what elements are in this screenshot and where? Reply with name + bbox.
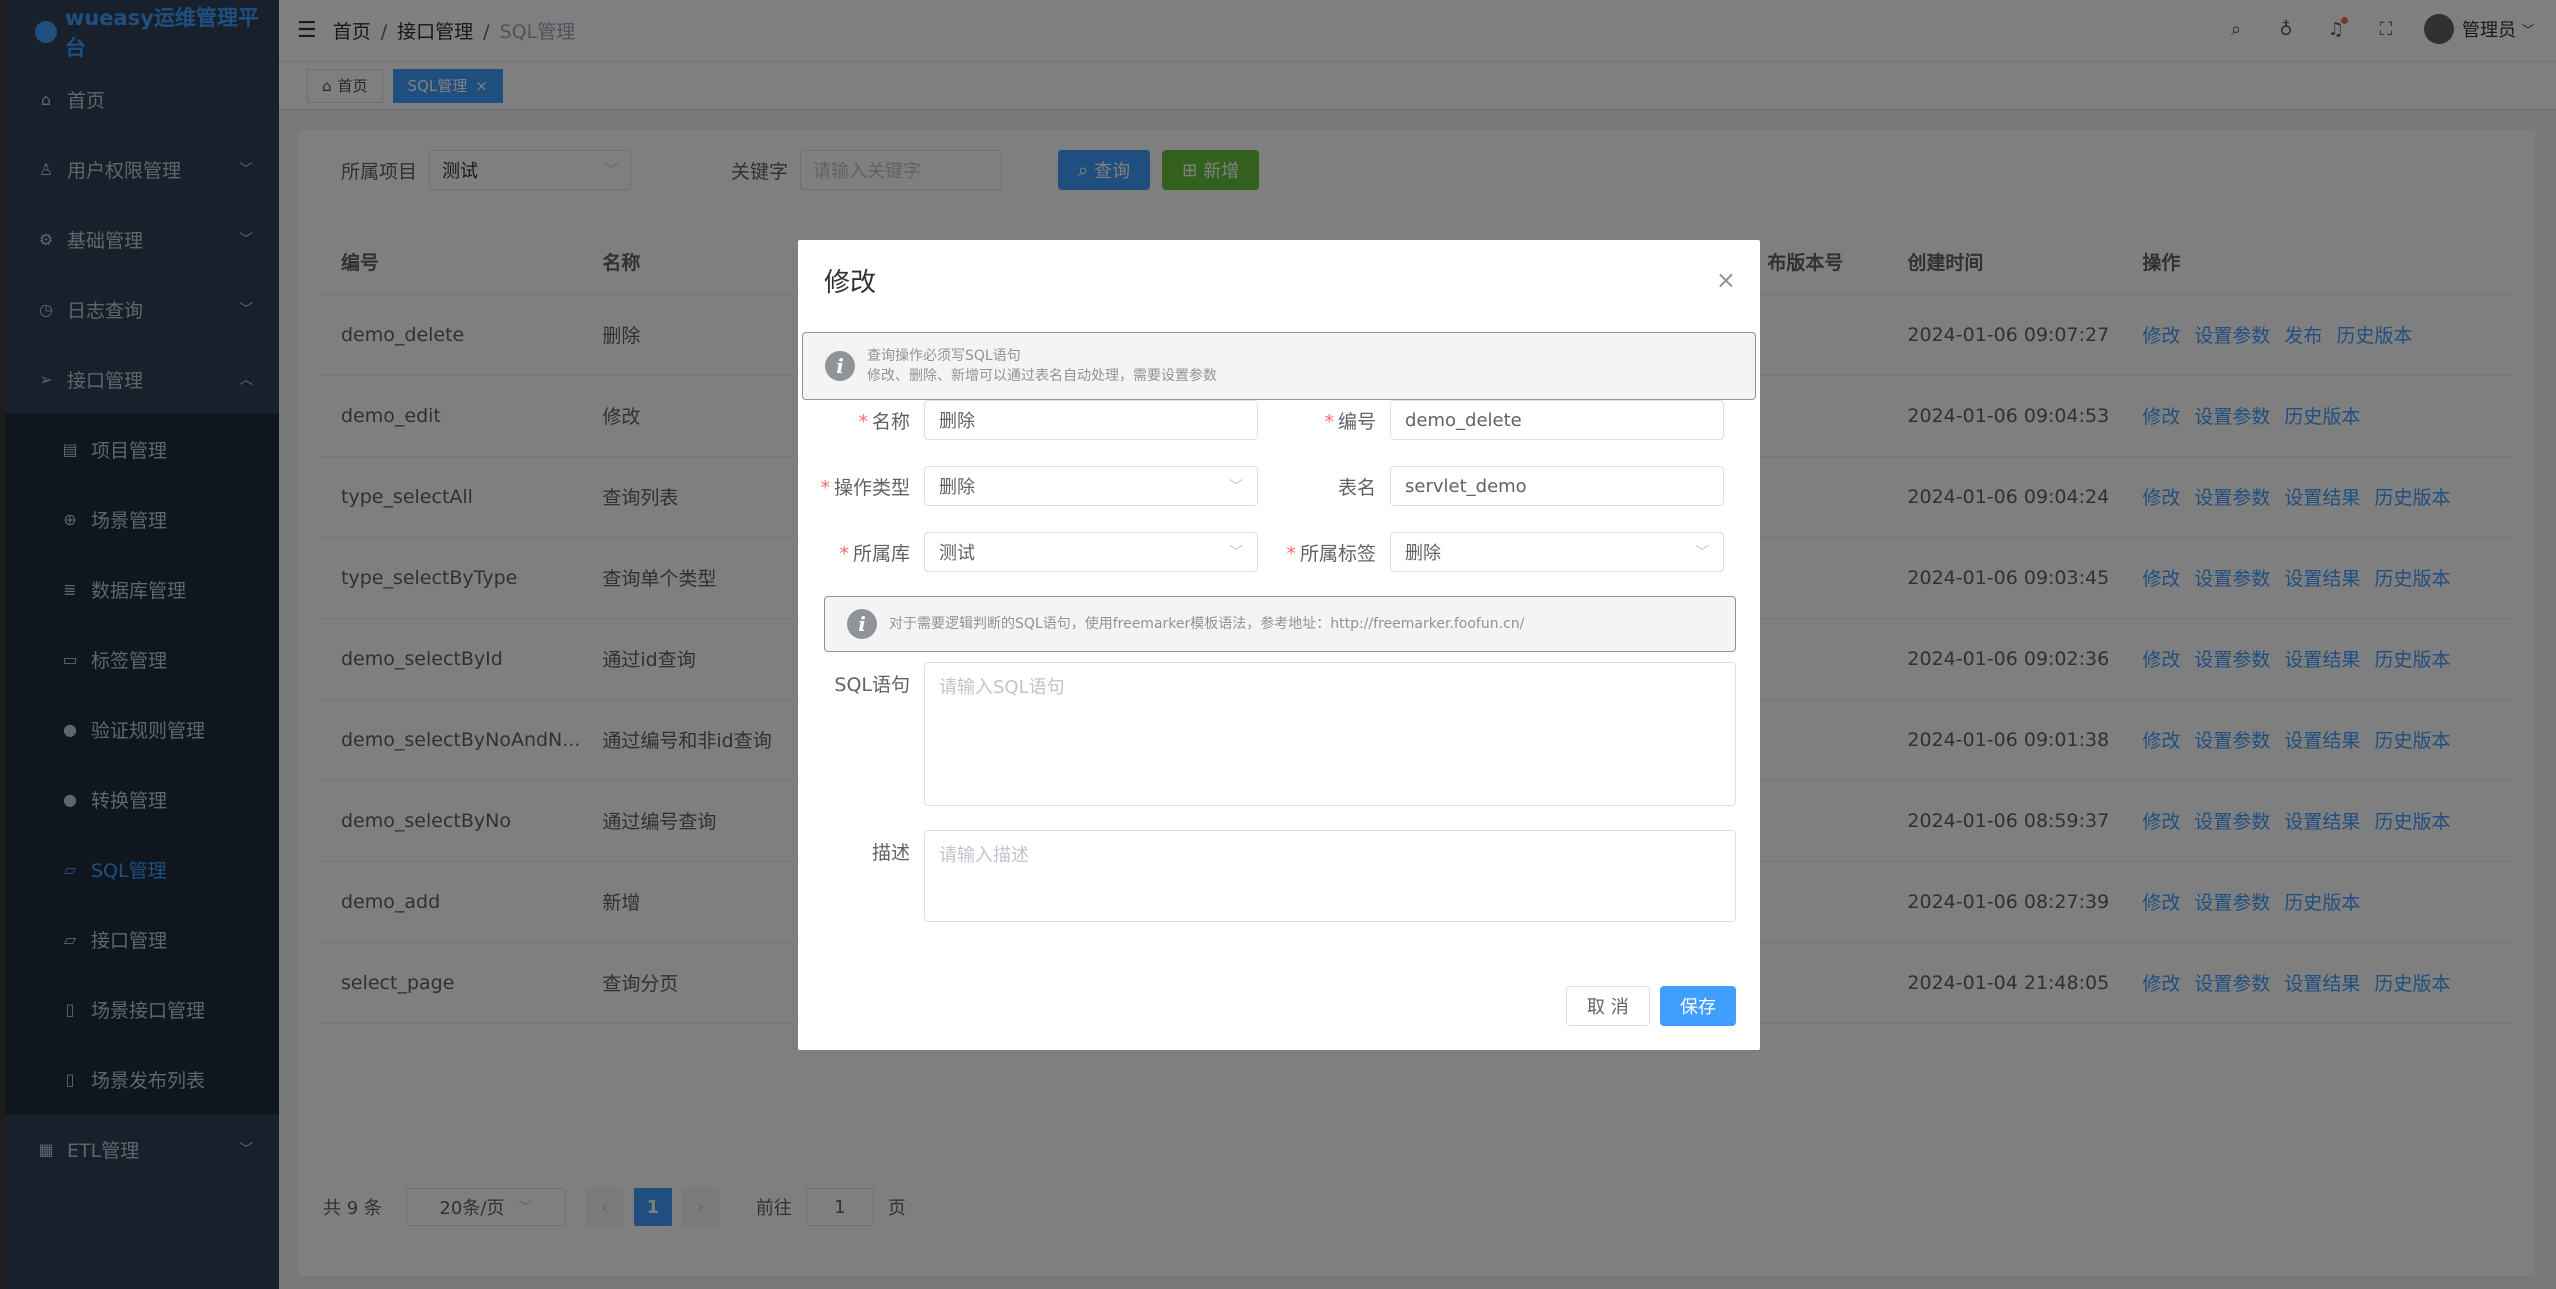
sql-label: SQL语句 (834, 674, 910, 696)
table-label: 表名 (1337, 476, 1376, 499)
info-icon: i (825, 351, 855, 381)
alert-line-1: 查询操作必须写SQL语句 (867, 348, 1021, 364)
close-icon[interactable]: × (1716, 266, 1736, 294)
alert-line-2: 修改、删除、新增可以通过表名自动处理，需要设置参数 (867, 368, 1217, 384)
chevron-down-icon: ﹀ (1695, 545, 1709, 561)
db-select[interactable]: 测试 ﹀ (924, 532, 1258, 572)
tag-select[interactable]: 删除 ﹀ (1390, 532, 1724, 572)
chevron-down-icon: ﹀ (1229, 479, 1243, 495)
db-label: * 所属库 (839, 542, 910, 565)
form-row-code: * 编号 demo_delete (1276, 400, 1724, 440)
optype-select[interactable]: 删除 ﹀ (924, 466, 1258, 506)
dialog-title: 修改 (824, 268, 877, 298)
form-row-optype: * 操作类型 删除 ﹀ (798, 466, 1258, 506)
tag-value: 删除 (1405, 543, 1441, 564)
sql-textarea[interactable]: 请输入SQL语句 (924, 662, 1736, 806)
name-label: * 名称 (858, 410, 910, 433)
code-label: * 编号 (1324, 410, 1376, 433)
freemarker-alert: i 对于需要逻辑判断的SQL语句，使用freemarker模板语法，参考地址：h… (824, 596, 1736, 652)
db-value: 测试 (939, 543, 975, 564)
form-row-db: * 所属库 测试 ﹀ (798, 532, 1258, 572)
freemarker-alert-text: 对于需要逻辑判断的SQL语句，使用freemarker模板语法，参考地址：htt… (889, 616, 1525, 632)
table-input[interactable]: servlet_demo (1390, 466, 1724, 506)
form-row-name: * 名称 删除 (798, 400, 1258, 440)
save-button[interactable]: 保存 (1660, 986, 1736, 1026)
tag-label: * 所属标签 (1286, 542, 1376, 565)
chevron-down-icon: ﹀ (1229, 545, 1243, 561)
form-row-tag: * 所属标签 删除 ﹀ (1276, 532, 1724, 572)
form-row-table: 表名 servlet_demo (1276, 466, 1724, 506)
optype-label: * 操作类型 (820, 476, 910, 499)
optype-value: 删除 (939, 477, 975, 498)
cancel-button[interactable]: 取 消 (1566, 986, 1650, 1026)
desc-label: 描述 (871, 842, 910, 864)
desc-textarea[interactable]: 请输入描述 (924, 830, 1736, 922)
name-input[interactable]: 删除 (924, 400, 1258, 440)
edit-dialog: 修改 × i 查询操作必须写SQL语句 修改、删除、新增可以通过表名自动处理，需… (798, 240, 1760, 1050)
info-icon: i (847, 609, 877, 639)
code-input[interactable]: demo_delete (1390, 400, 1724, 440)
info-alert: i 查询操作必须写SQL语句 修改、删除、新增可以通过表名自动处理，需要设置参数 (802, 332, 1756, 400)
